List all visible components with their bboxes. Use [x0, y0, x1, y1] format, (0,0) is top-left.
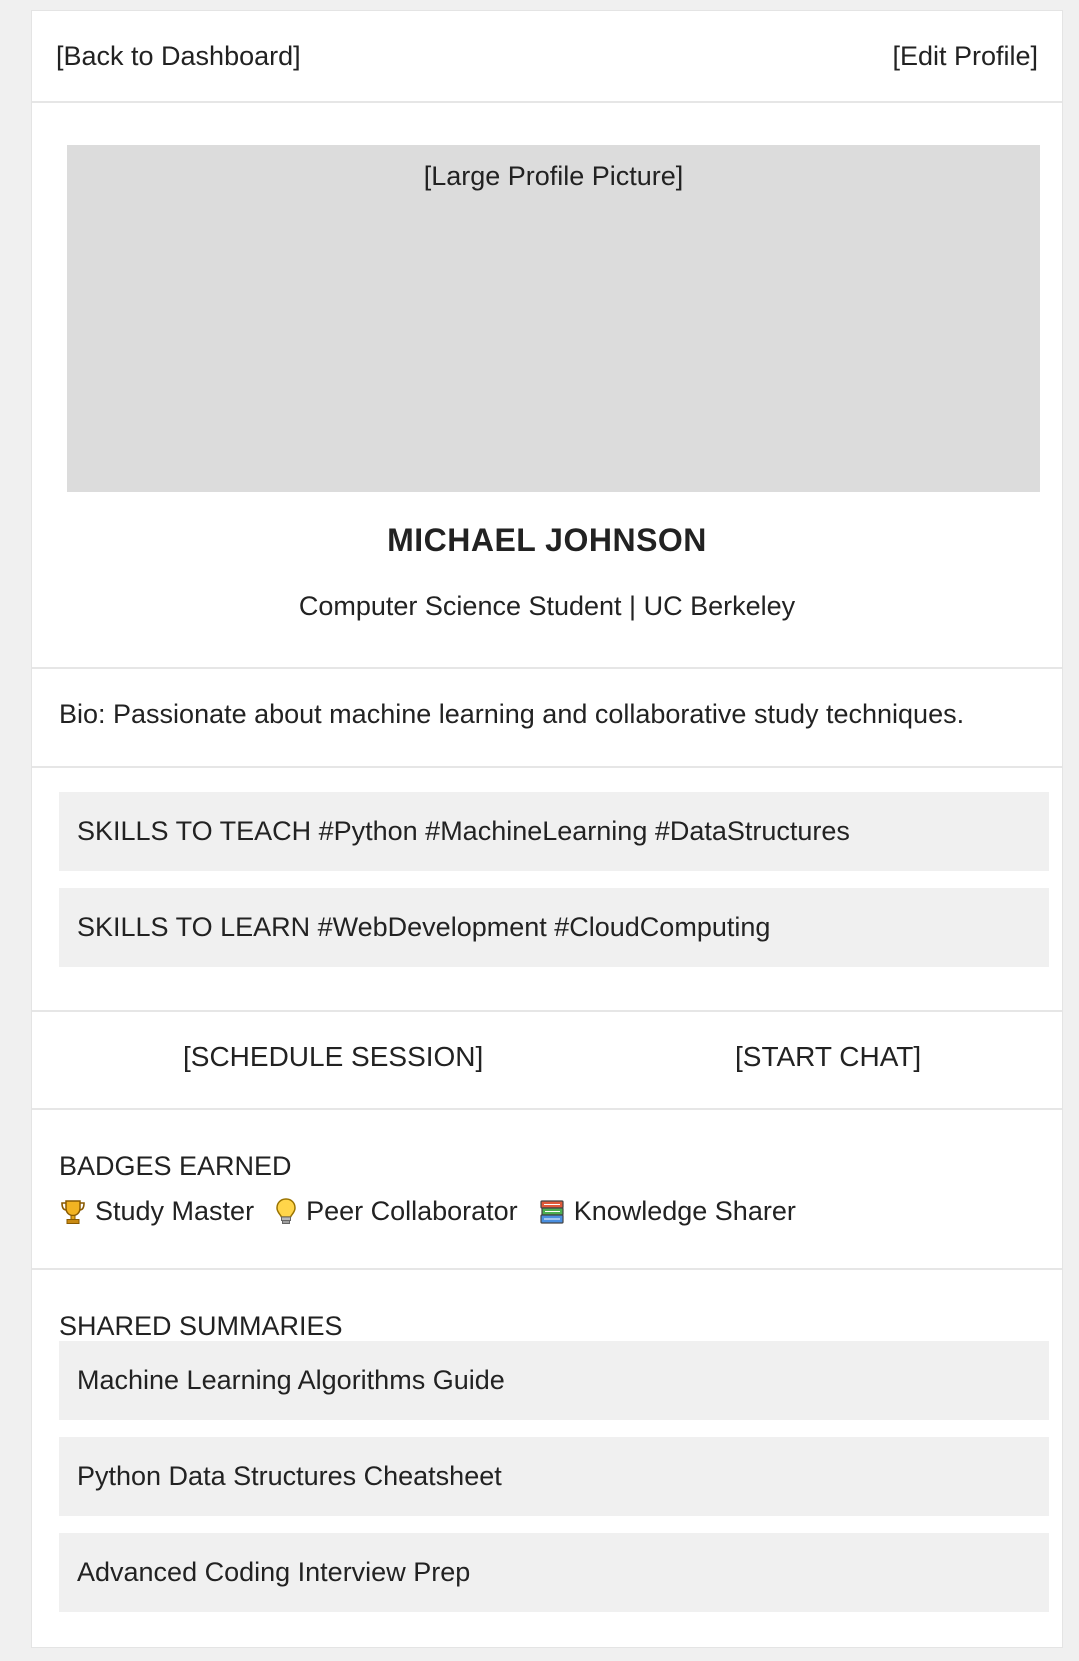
- summary-item-label: Advanced Coding Interview Prep: [77, 1557, 471, 1587]
- back-to-dashboard-link[interactable]: [Back to Dashboard]: [56, 41, 301, 72]
- skills-to-learn-text: SKILLS TO LEARN #WebDevelopment #CloudCo…: [77, 912, 771, 942]
- skills-to-learn: SKILLS TO LEARN #WebDevelopment #CloudCo…: [59, 888, 1049, 967]
- badge-label: Peer Collaborator: [306, 1196, 518, 1226]
- actions-divider: [32, 1108, 1062, 1110]
- profile-divider: [32, 667, 1062, 669]
- badge-study-master: Study Master: [59, 1196, 254, 1227]
- summaries-heading: SHARED SUMMARIES: [59, 1311, 343, 1341]
- profile-picture-label: [Large Profile Picture]: [423, 161, 684, 191]
- badges-list: Study Master Peer Collaborator Knowledge…: [59, 1196, 816, 1227]
- bio-divider: [32, 766, 1062, 768]
- profile-bio: Bio: Passionate about machine learning a…: [59, 699, 965, 729]
- badges-heading: BADGES EARNED: [59, 1151, 292, 1181]
- summary-item[interactable]: Machine Learning Algorithms Guide: [59, 1341, 1049, 1420]
- header-divider: [32, 101, 1062, 103]
- profile-picture-placeholder: [Large Profile Picture]: [67, 145, 1040, 492]
- profile-card: [Back to Dashboard] [Edit Profile] [Larg…: [32, 11, 1062, 1647]
- badge-peer-collaborator: Peer Collaborator: [274, 1196, 518, 1227]
- schedule-session-button[interactable]: [SCHEDULE SESSION]: [183, 1041, 483, 1073]
- summary-item-label: Python Data Structures Cheatsheet: [77, 1461, 502, 1491]
- summary-item[interactable]: Python Data Structures Cheatsheet: [59, 1437, 1049, 1516]
- start-chat-button[interactable]: [START CHAT]: [735, 1041, 921, 1073]
- badge-knowledge-sharer: Knowledge Sharer: [538, 1196, 796, 1227]
- badge-label: Study Master: [95, 1196, 255, 1226]
- books-icon: [540, 1199, 564, 1224]
- profile-name: MICHAEL JOHNSON: [387, 522, 707, 558]
- profile-subtitle: Computer Science Student | UC Berkeley: [298, 591, 796, 621]
- skills-to-teach-text: SKILLS TO TEACH #Python #MachineLearning…: [77, 816, 850, 846]
- summary-item-label: Machine Learning Algorithms Guide: [77, 1365, 505, 1395]
- badge-label: Knowledge Sharer: [573, 1196, 796, 1226]
- badges-divider: [32, 1268, 1062, 1270]
- summary-item[interactable]: Advanced Coding Interview Prep: [59, 1533, 1049, 1612]
- skills-to-teach: SKILLS TO TEACH #Python #MachineLearning…: [59, 792, 1049, 871]
- skills-divider: [32, 1010, 1062, 1012]
- lightbulb-icon: [276, 1197, 296, 1224]
- edit-profile-link[interactable]: [Edit Profile]: [892, 41, 1038, 72]
- trophy-icon: [61, 1199, 85, 1224]
